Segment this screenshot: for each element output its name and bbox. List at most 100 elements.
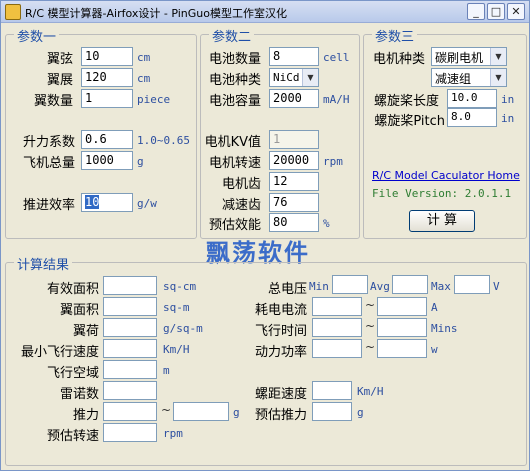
wing-load-unit: g/sq-m: [163, 322, 203, 335]
current-output-min: [312, 297, 362, 316]
motor-speed-label: 电机转速: [208, 156, 261, 171]
prop-pitch-label: 螺旋桨Pitch: [374, 114, 445, 129]
wing-load-label: 翼荷: [72, 324, 99, 339]
params1-legend: 参数一: [14, 26, 60, 45]
eff-area-label: 有效面积: [46, 282, 99, 297]
eff-area-unit: sq-cm: [163, 280, 197, 293]
motor-speed-input[interactable]: 20000: [269, 151, 319, 170]
params3-legend: 参数三: [372, 26, 418, 45]
gear-teeth-label: 减速齿: [221, 198, 261, 213]
efficiency-input[interactable]: 10: [81, 193, 133, 212]
lift-coef-input[interactable]: 0.6: [81, 130, 133, 149]
pitch-speed-unit: Km/H: [357, 385, 384, 398]
flight-time-unit: Mins: [431, 322, 458, 335]
thrust-unit: g: [233, 406, 240, 419]
lift-coef-label: 升力系数: [22, 135, 75, 150]
gear-teeth-input[interactable]: 76: [269, 193, 319, 212]
total-weight-label: 飞机总量: [22, 156, 75, 171]
wing-span-label: 翼展: [46, 73, 73, 88]
wing-count-input[interactable]: 1: [81, 89, 133, 108]
power-unit: w: [431, 343, 438, 356]
power-output-max: [377, 339, 427, 358]
minimize-button[interactable]: _: [467, 3, 485, 20]
wing-span-input[interactable]: 120: [81, 68, 133, 87]
est-efficiency-input[interactable]: 80: [269, 213, 319, 232]
prop-length-input[interactable]: 10.0: [447, 89, 497, 108]
airspace-output: [103, 360, 157, 379]
pitch-speed-label: 螺距速度: [254, 387, 307, 402]
wing-chord-input[interactable]: 10: [81, 47, 133, 66]
gearbox-select[interactable]: 减速组 ▼: [431, 68, 507, 87]
est-rpm-unit: rpm: [163, 427, 183, 440]
prop-length-unit: in: [501, 93, 515, 106]
airspace-label: 飞行空域: [46, 366, 99, 381]
voltage-max-output: [454, 275, 490, 294]
voltage-min-output: [332, 275, 368, 294]
chevron-down-icon[interactable]: ▼: [490, 48, 506, 65]
params2-legend: 参数二: [209, 26, 255, 45]
voltage-unit: V: [493, 280, 500, 293]
battery-type-label: 电池种类: [208, 73, 261, 88]
motor-kv-label: 电机KV值: [204, 135, 261, 150]
battery-count-input[interactable]: 8: [269, 47, 319, 66]
voltage-avg-label: Avg: [370, 280, 390, 293]
app-icon: [5, 4, 21, 20]
battery-count-unit: cell: [323, 51, 350, 64]
est-efficiency-unit: %: [323, 217, 330, 230]
battery-capacity-label: 电池容量: [208, 94, 261, 109]
prop-pitch-unit: in: [501, 112, 515, 125]
window-title: R/C 模型计算器-Airfox设计 - PinGuo模型工作室汉化: [25, 7, 287, 20]
min-speed-label: 最小飞行速度: [20, 345, 99, 360]
est-efficiency-label: 预估效能: [208, 218, 261, 233]
motor-teeth-input[interactable]: 12: [269, 172, 319, 191]
home-link[interactable]: R/C Model Caculator Home: [372, 169, 520, 182]
motor-type-label: 电机种类: [372, 52, 425, 67]
calculate-button[interactable]: 计 算: [409, 210, 475, 232]
min-speed-output: [103, 339, 157, 358]
wing-area-unit: sq-m: [163, 301, 190, 314]
est-thrust-unit: g: [357, 406, 364, 419]
flight-time-tilde: ~: [365, 319, 376, 333]
battery-count-label: 电池数量: [208, 52, 261, 67]
flight-time-output-max: [377, 318, 427, 337]
battery-capacity-input[interactable]: 2000: [269, 89, 319, 108]
thrust-tilde: ~: [161, 403, 172, 417]
efficiency-label: 推进效率: [22, 198, 75, 213]
voltage-avg-output: [392, 275, 428, 294]
wing-area-label: 翼面积: [59, 303, 99, 318]
est-thrust-label: 预估推力: [254, 408, 307, 423]
est-thrust-output: [312, 402, 352, 421]
reynolds-label: 雷诺数: [59, 387, 99, 402]
chevron-down-icon[interactable]: ▼: [490, 69, 506, 86]
voltage-max-label: Max: [431, 280, 451, 293]
maximize-button[interactable]: □: [487, 3, 505, 20]
battery-type-select[interactable]: NiCd ▼: [269, 68, 319, 87]
current-unit: A: [431, 301, 438, 314]
thrust-label: 推力: [72, 408, 99, 423]
pitch-speed-output: [312, 381, 352, 400]
results-legend: 计算结果: [14, 254, 73, 273]
current-label: 耗电电流: [254, 303, 307, 318]
total-voltage-label: 总电压: [267, 282, 307, 297]
total-weight-unit: g: [137, 155, 144, 168]
current-output-max: [377, 297, 427, 316]
motor-kv-input: 1: [269, 130, 319, 149]
total-weight-input[interactable]: 1000: [81, 151, 133, 170]
power-label: 动力功率: [254, 345, 307, 360]
wing-span-unit: cm: [137, 72, 151, 85]
motor-type-select[interactable]: 碳刷电机 ▼: [431, 47, 507, 66]
file-version: File Version: 2.0.1.1: [372, 187, 512, 200]
reynolds-output: [103, 381, 157, 400]
voltage-min-label: Min: [309, 280, 329, 293]
chevron-down-icon[interactable]: ▼: [302, 69, 318, 86]
motor-speed-unit: rpm: [323, 155, 343, 168]
wing-load-output: [103, 318, 157, 337]
app-window: R/C 模型计算器-Airfox设计 - PinGuo模型工作室汉化 _ □ ✕…: [0, 0, 530, 471]
est-rpm-output: [103, 423, 157, 442]
prop-pitch-input[interactable]: 8.0: [447, 108, 497, 127]
wing-chord-label: 翼弦: [46, 52, 73, 67]
thrust-output-max: [173, 402, 229, 421]
battery-capacity-unit: mA/H: [323, 93, 350, 106]
power-tilde: ~: [365, 340, 376, 354]
close-button[interactable]: ✕: [507, 3, 525, 20]
